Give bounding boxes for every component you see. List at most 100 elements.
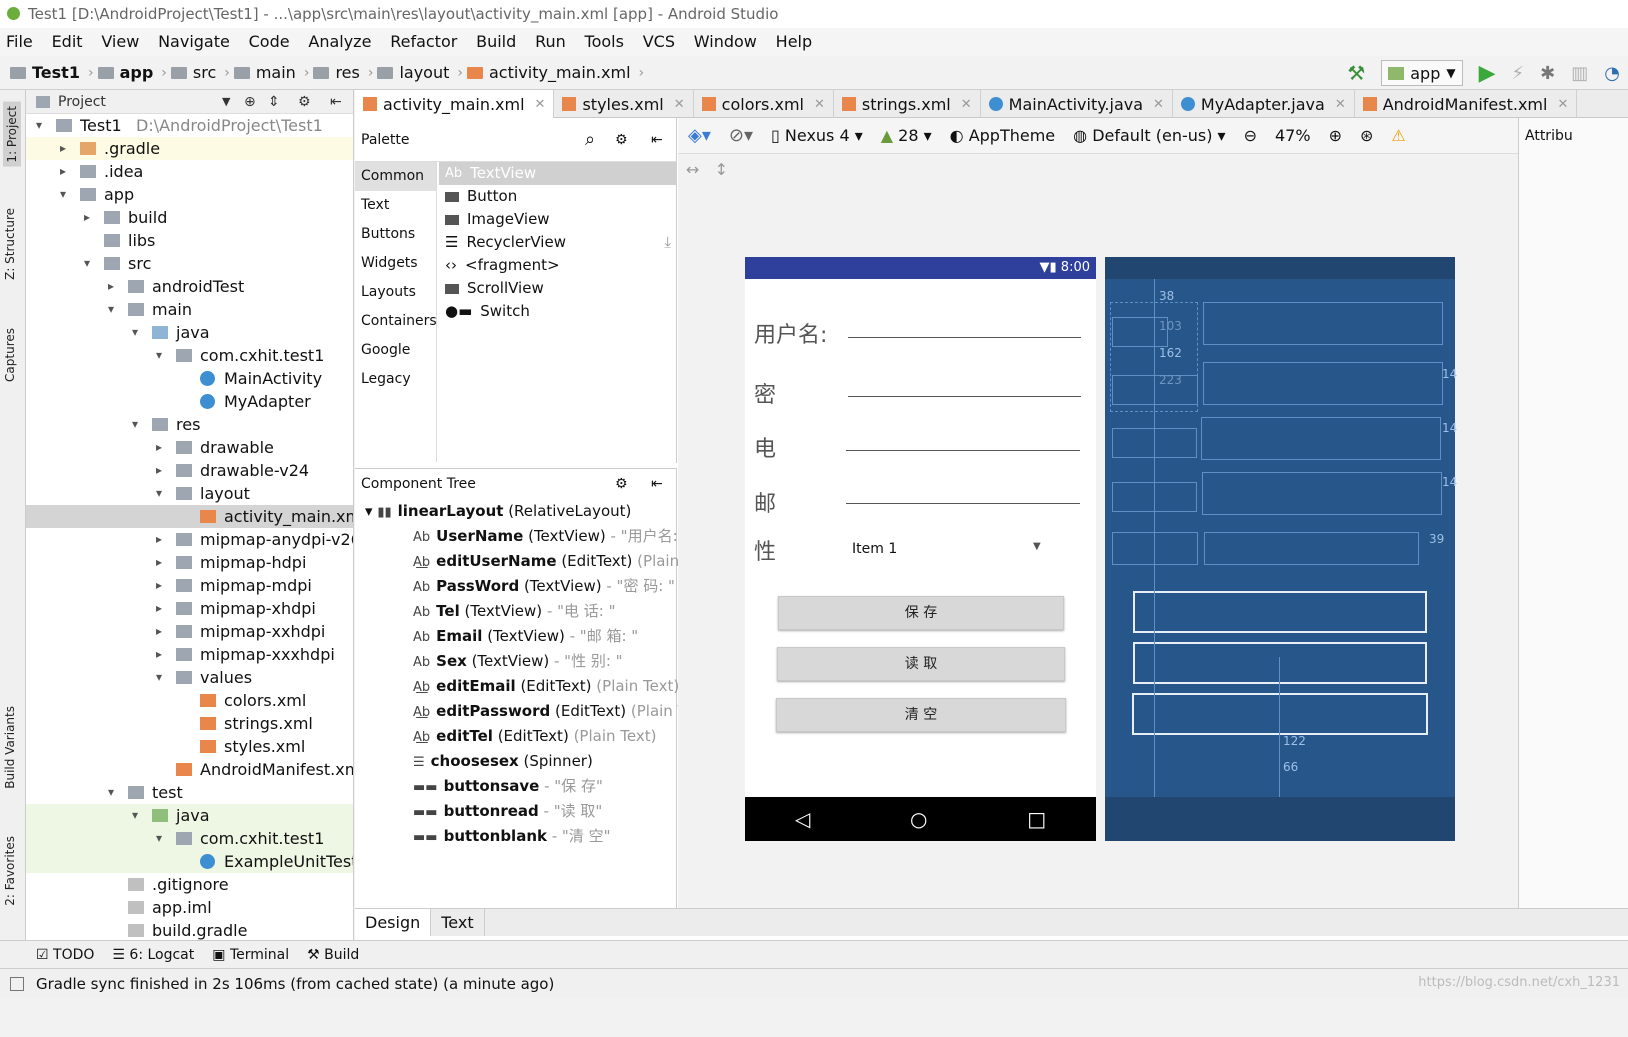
tree-item[interactable]: ▸ .gradle <box>26 137 353 160</box>
menu-file[interactable]: File <box>6 32 33 51</box>
recents-icon[interactable]: □ <box>1027 807 1046 831</box>
tree-item[interactable]: libs <box>26 229 353 252</box>
close-icon[interactable]: ✕ <box>1153 97 1164 112</box>
warning-icon[interactable]: ⚠ <box>1391 126 1405 145</box>
debug-icon[interactable]: ✱ <box>1540 63 1555 84</box>
tree-item[interactable]: AndroidManifest.xml <box>26 758 353 781</box>
breadcrumb-item[interactable]: src › <box>170 63 230 82</box>
tree-item[interactable]: ▾ res <box>26 413 353 436</box>
blueprint-preview[interactable]: 38 103 162 223 14 14 14 39 122 66 <box>1105 257 1457 841</box>
structure-tool-tab[interactable]: Z: Structure <box>3 208 17 280</box>
collapse-all-icon[interactable]: ⇕ <box>268 90 280 114</box>
tree-item[interactable]: activity_main.xml <box>26 505 353 528</box>
tab-styles-xml[interactable]: styles.xml ✕ <box>554 90 694 118</box>
hammer-icon[interactable]: ⚒ <box>1347 61 1365 85</box>
component-tree-row[interactable]: A͟b editUserName (EditText) (Plain Te <box>413 549 700 574</box>
tree-item[interactable]: strings.xml <box>26 712 353 735</box>
project-view-select[interactable]: Project <box>58 94 106 110</box>
close-icon[interactable]: ✕ <box>961 97 972 112</box>
tree-item[interactable]: ▾ com.cxhit.test1 <box>26 344 353 367</box>
breadcrumb-item[interactable]: main › <box>233 63 309 82</box>
tree-item[interactable]: MainActivity <box>26 367 353 390</box>
tree-item[interactable]: ▸ mipmap-xhdpi <box>26 597 353 620</box>
layers-icon[interactable]: ◈▾ <box>688 125 711 146</box>
tree-item[interactable]: app.iml <box>26 896 353 919</box>
password-field[interactable] <box>848 396 1081 397</box>
todo-tool-button[interactable]: ☑ TODO <box>36 947 94 963</box>
component-tree-row[interactable]: ▬▬ buttonsave - "保 存" <box>413 774 603 799</box>
palette-category[interactable]: Google <box>355 336 436 365</box>
zoom-fit-icon[interactable]: ⊛ <box>1360 126 1373 145</box>
palette-widget-textview[interactable]: Ab TextView <box>439 162 677 185</box>
tree-item[interactable]: colors.xml <box>26 689 353 712</box>
tree-item[interactable]: ▸ drawable <box>26 436 353 459</box>
menu-refactor[interactable]: Refactor <box>390 32 457 51</box>
chevron-down-icon[interactable]: ▾ <box>84 252 90 275</box>
chevron-down-icon[interactable]: ▾ <box>156 827 162 850</box>
favorites-tool-tab[interactable]: 2: Favorites <box>3 836 17 906</box>
tree-item[interactable]: ▾ app <box>26 183 353 206</box>
component-tree-row[interactable]: ▬▬ buttonread - "读 取" <box>413 799 602 824</box>
tab-text[interactable]: Text <box>431 909 485 936</box>
tab-colors-xml[interactable]: colors.xml ✕ <box>694 90 834 118</box>
component-tree-row[interactable]: A͟b editTel (EditText) (Plain Text) <box>413 724 656 749</box>
tree-item[interactable]: ▸ mipmap-xxxhdpi <box>26 643 353 666</box>
menu-edit[interactable]: Edit <box>52 32 83 51</box>
close-icon[interactable]: ✕ <box>535 97 546 112</box>
locate-icon[interactable]: ⊕ <box>244 90 256 114</box>
chevron-right-icon[interactable]: ▸ <box>156 597 162 620</box>
palette-category[interactable]: Containers <box>355 307 437 336</box>
chevron-right-icon[interactable]: ▸ <box>84 206 90 229</box>
tab-strings-xml[interactable]: strings.xml ✕ <box>834 90 981 118</box>
close-icon[interactable]: ✕ <box>1335 97 1346 112</box>
chevron-down-icon[interactable]: ▼ <box>222 90 230 114</box>
component-tree-row[interactable]: ▬▬ buttonblank - "清 空" <box>413 824 611 849</box>
home-icon[interactable]: ○ <box>910 807 927 831</box>
palette-category[interactable]: Text <box>355 191 436 220</box>
breadcrumb-item[interactable]: res › <box>313 63 373 82</box>
chevron-right-icon[interactable]: ▸ <box>60 160 66 183</box>
menu-vcs[interactable]: VCS <box>643 32 675 51</box>
palette-widget-fragment[interactable]: ‹› <fragment> <box>439 254 677 277</box>
tree-item[interactable]: ▸ build <box>26 206 353 229</box>
component-tree-row[interactable]: ▾ ▮▮ linearLayout (RelativeLayout) <box>365 499 631 524</box>
save-button[interactable]: 保 存 <box>778 596 1064 630</box>
tree-item[interactable]: MyAdapter <box>26 390 353 413</box>
tree-item[interactable]: ▸ mipmap-mdpi <box>26 574 353 597</box>
chevron-right-icon[interactable]: ▸ <box>156 436 162 459</box>
tree-item[interactable]: styles.xml <box>26 735 353 758</box>
chevron-down-icon[interactable]: ▾ <box>108 781 114 804</box>
hide-panel-icon[interactable]: ⇤ <box>330 90 342 114</box>
chevron-down-icon[interactable]: ▾ <box>132 413 138 436</box>
palette-widget-recyclerview[interactable]: ☰ RecyclerView ⤓ <box>439 231 677 254</box>
component-tree-row[interactable]: Ab Sex (TextView) - "性 别: " <box>413 649 623 674</box>
tree-item[interactable]: ExampleUnitTest <box>26 850 353 873</box>
chevron-right-icon[interactable]: ▸ <box>156 459 162 482</box>
menu-window[interactable]: Window <box>694 32 757 51</box>
device-select[interactable]: ▯ Nexus 4 ▾ <box>771 126 863 145</box>
search-icon[interactable]: ⌕ <box>585 118 595 162</box>
breadcrumb-item[interactable]: layout › <box>377 63 463 82</box>
menu-tools[interactable]: Tools <box>585 32 624 51</box>
tree-item[interactable]: ▾ com.cxhit.test1 <box>26 827 353 850</box>
back-icon[interactable]: ◁ <box>795 807 810 831</box>
chevron-right-icon[interactable]: ▸ <box>156 643 162 666</box>
component-tree-row[interactable]: A͟b editEmail (EditText) (Plain Text) <box>413 674 679 699</box>
chevron-down-icon[interactable]: ▾ <box>156 482 162 505</box>
profiler-icon[interactable]: ◔ <box>1604 63 1620 84</box>
tree-item[interactable]: ▾ java <box>26 321 353 344</box>
build-tool-button[interactable]: ⚒ Build <box>307 947 359 963</box>
hide-panel-icon[interactable]: ⇤ <box>651 118 663 162</box>
component-tree-row[interactable]: ☰ choosesex (Spinner) <box>413 749 593 774</box>
terminal-tool-button[interactable]: ▣ Terminal <box>212 947 289 963</box>
tree-item[interactable]: ▸ androidTest <box>26 275 353 298</box>
zoom-in-icon[interactable]: ⊕ <box>1329 126 1342 145</box>
palette-category[interactable]: Widgets <box>355 249 436 278</box>
palette-widget-scrollview[interactable]: ScrollView <box>439 277 677 300</box>
breadcrumb-item[interactable]: activity_main.xml › <box>466 63 644 82</box>
component-tree-row[interactable]: Ab PassWord (TextView) - "密 码: " <box>413 574 675 599</box>
logcat-tool-button[interactable]: ☰ 6: Logcat <box>112 947 194 963</box>
component-tree-row[interactable]: Ab Tel (TextView) - "电 话: " <box>413 599 615 624</box>
chevron-right-icon[interactable]: ▸ <box>108 275 114 298</box>
tree-item[interactable]: ▾ values <box>26 666 353 689</box>
